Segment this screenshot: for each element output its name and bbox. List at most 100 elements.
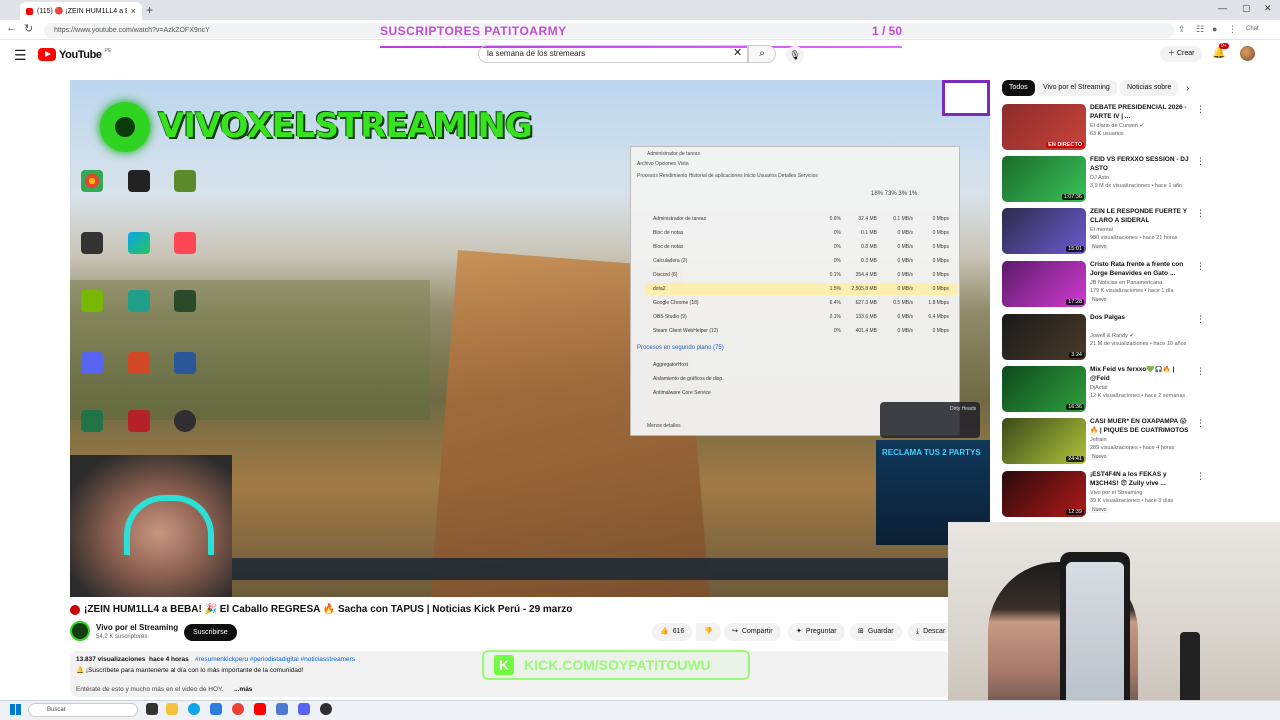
recommended-video[interactable]: 3:24 Dos Palgas Jowell & Randy ✔ 21 M de vi… — [1002, 314, 1205, 362]
task-view-icon[interactable] — [146, 703, 158, 715]
more-options-icon[interactable]: ⋮ — [1196, 418, 1205, 429]
create-button[interactable]: ＋ Crear — [1160, 46, 1203, 62]
save-button[interactable]: ⊞ Guardar — [850, 623, 902, 641]
recommended-title[interactable]: ¡EST4F4N a los FEKAS y M3CH4S! 😨 Zully v… — [1090, 471, 1192, 488]
reload-icon[interactable]: ↻ — [24, 22, 33, 35]
video-thumbnail[interactable]: EN DIRECTO — [1002, 104, 1086, 150]
recommended-title[interactable]: Dos Palgas — [1090, 314, 1192, 323]
subscribe-button[interactable]: Suscribirse — [184, 624, 237, 641]
dislike-button[interactable]: 👎 — [696, 623, 721, 641]
recommended-channel[interactable]: El diario de Curwen ✔ — [1090, 123, 1144, 129]
show-more-link[interactable]: ...más — [234, 686, 252, 693]
process-disk: 0 MB/s — [897, 272, 913, 278]
recommended-title[interactable]: CASI MUER* EN OXAPAMPA 😱 🔥 | PIQUES DE C… — [1090, 418, 1192, 435]
clear-search-icon[interactable]: ✕ — [733, 46, 742, 59]
recommended-title[interactable]: Cristo Rata frente a frente con Jorge Be… — [1090, 261, 1192, 278]
discord-taskbar-icon[interactable] — [298, 703, 310, 715]
more-options-icon[interactable]: ⋮ — [1196, 471, 1205, 482]
recommended-channel[interactable]: DJ Asto — [1090, 175, 1109, 181]
more-options-icon[interactable]: ⋮ — [1196, 314, 1205, 325]
profile-icon[interactable]: ● — [1212, 24, 1217, 34]
app-taskbar-icon[interactable] — [276, 703, 288, 715]
recommended-channel[interactable]: JB Noticias en Panamericana — [1090, 280, 1162, 286]
voice-search-icon[interactable]: 🎙 — [786, 46, 804, 64]
recommended-video[interactable]: 16:36 Mix Feid vs ferxxo💚🎧🔥 | @Feid DjActa… — [1002, 366, 1205, 414]
recommended-title[interactable]: FEID VS FERXXO SESSION - DJ ASTO — [1090, 156, 1192, 173]
recommended-video[interactable]: 1:07:36 FEID VS FERXXO SESSION - DJ ASTO D… — [1002, 156, 1205, 204]
recommended-channel[interactable]: El mental — [1090, 227, 1113, 233]
more-options-icon[interactable]: ⋮ — [1196, 156, 1205, 167]
video-thumbnail[interactable]: 3:24 — [1002, 314, 1086, 360]
url-bar[interactable]: https://www.youtube.com/watch?v=AzkZOFX9… — [44, 23, 1174, 38]
taskbar-search[interactable]: Buscar — [28, 703, 138, 717]
video-thumbnail[interactable]: 17:28 — [1002, 261, 1086, 307]
recommended-channel[interactable]: Jowell & Randy ✔ — [1090, 333, 1134, 339]
hashtags[interactable]: #resumenkickperu #periodistadigital #not… — [195, 656, 355, 663]
share-page-icon[interactable]: ⇪ — [1178, 24, 1186, 35]
save-icon: ⊞ — [858, 628, 864, 635]
recommended-video[interactable]: 15:01 ZEIN LE RESPONDE FUERTE Y CLARO A S… — [1002, 208, 1205, 256]
recommended-channel[interactable]: Vivo por el Streaming — [1090, 490, 1142, 496]
back-icon[interactable]: ← — [6, 22, 17, 34]
recommended-title[interactable]: Mix Feid vs ferxxo💚🎧🔥 | @Feid — [1090, 366, 1192, 383]
recommended-video[interactable]: 24:41 CASI MUER* EN OXAPAMPA 😱 🔥 | PIQUES… — [1002, 418, 1205, 466]
channel-name[interactable]: Vivo por el Streaming — [96, 623, 178, 632]
obs-taskbar-icon[interactable] — [320, 703, 332, 715]
more-options-icon[interactable]: ⋮ — [1196, 366, 1205, 377]
edge-taskbar-icon[interactable] — [188, 703, 200, 715]
file-explorer-icon[interactable] — [166, 703, 178, 715]
video-thumbnail[interactable]: 12:39 — [1002, 471, 1086, 517]
chrome-taskbar-icon[interactable] — [232, 703, 244, 715]
recommended-video[interactable]: 17:28 Cristo Rata frente a frente con Jor… — [1002, 261, 1205, 309]
ask-button[interactable]: ✦ Preguntar — [788, 623, 845, 641]
more-options-icon[interactable]: ⋮ — [1196, 104, 1205, 115]
close-window-icon[interactable]: ✕ — [1264, 3, 1272, 14]
share-button[interactable]: ↪ Compartir — [724, 623, 781, 641]
windows-start-icon[interactable] — [10, 704, 21, 715]
maximize-icon[interactable]: ▢ — [1242, 3, 1251, 14]
like-button[interactable]: 👍 616 — [652, 623, 693, 641]
new-tab-icon[interactable]: + — [146, 3, 153, 17]
more-options-icon[interactable]: ⋮ — [1196, 261, 1205, 272]
minimize-icon[interactable]: — — [1218, 3, 1227, 13]
chip-vivo-por-el-streaming[interactable]: Vivo por el Streaming — [1036, 80, 1117, 96]
process-disk: 0 MB/s — [897, 258, 913, 264]
video-thumbnail[interactable]: 1:07:36 — [1002, 156, 1086, 202]
search-button[interactable]: ⌕ — [748, 45, 776, 63]
chat-button[interactable]: Chat — [1246, 26, 1259, 32]
download-button[interactable]: ⤓ Descar — [908, 623, 954, 641]
powerpoint-icon — [128, 352, 150, 374]
process-name: Steam Client WebHelper (12) — [653, 328, 719, 334]
hamburger-menu-icon[interactable]: ☰ — [14, 47, 27, 64]
process-name: Antimalware Core Service — [653, 390, 711, 396]
browser-tab[interactable]: (115) 🔴 ¡ZEIN HUM1LL4 a BEBA! × — [20, 2, 142, 20]
search-input[interactable]: la semana de los stremears — [478, 45, 748, 63]
store-icon[interactable] — [210, 703, 222, 715]
close-tab-icon[interactable]: × — [131, 6, 136, 16]
process-cpu: 0% — [833, 258, 841, 264]
recommended-video[interactable]: 12:39 ¡EST4F4N a los FEKAS y M3CH4S! 😨 Zu… — [1002, 471, 1205, 519]
video-thumbnail[interactable]: 16:36 — [1002, 366, 1086, 412]
recommended-channel[interactable]: DjActal — [1090, 385, 1107, 391]
youtube-taskbar-icon[interactable] — [254, 703, 266, 715]
recommended-meta: 63 K usuarios — [1090, 131, 1124, 137]
channel-avatar[interactable] — [70, 621, 90, 641]
extensions-icon[interactable]: ☷ — [1196, 24, 1204, 35]
youtube-logo[interactable]: YouTube PE — [38, 48, 111, 61]
menu-icon[interactable]: ⋮ — [1228, 24, 1237, 35]
chevron-right-icon[interactable]: › — [1186, 83, 1189, 94]
recommended-video[interactable]: EN DIRECTO DEBATE PRESIDENCIAL 2026 - PAR… — [1002, 104, 1205, 152]
process-memory: 354.4 MB — [855, 272, 877, 278]
recommended-channel[interactable]: Jefrain — [1090, 437, 1107, 443]
video-duration: 24:41 — [1066, 456, 1084, 462]
account-avatar[interactable] — [1240, 46, 1255, 61]
recommended-title[interactable]: ZEIN LE RESPONDE FUERTE Y CLARO A SIDERA… — [1090, 208, 1192, 225]
chip-todos[interactable]: Todos — [1002, 80, 1035, 96]
video-player[interactable]: VIVOXELSTREAMING Administrador de tareas… — [70, 80, 990, 597]
video-thumbnail[interactable]: 24:41 — [1002, 418, 1086, 464]
recommended-title[interactable]: DEBATE PRESIDENCIAL 2026 - PARTE IV | ..… — [1090, 104, 1192, 121]
video-thumbnail[interactable]: 15:01 — [1002, 208, 1086, 254]
chip-noticias[interactable]: Noticias sobre — [1120, 80, 1178, 96]
process-row: Discord (6) 0.1% 354.4 MB 0 MB/s 0 Mbps — [645, 269, 957, 281]
more-options-icon[interactable]: ⋮ — [1196, 208, 1205, 219]
